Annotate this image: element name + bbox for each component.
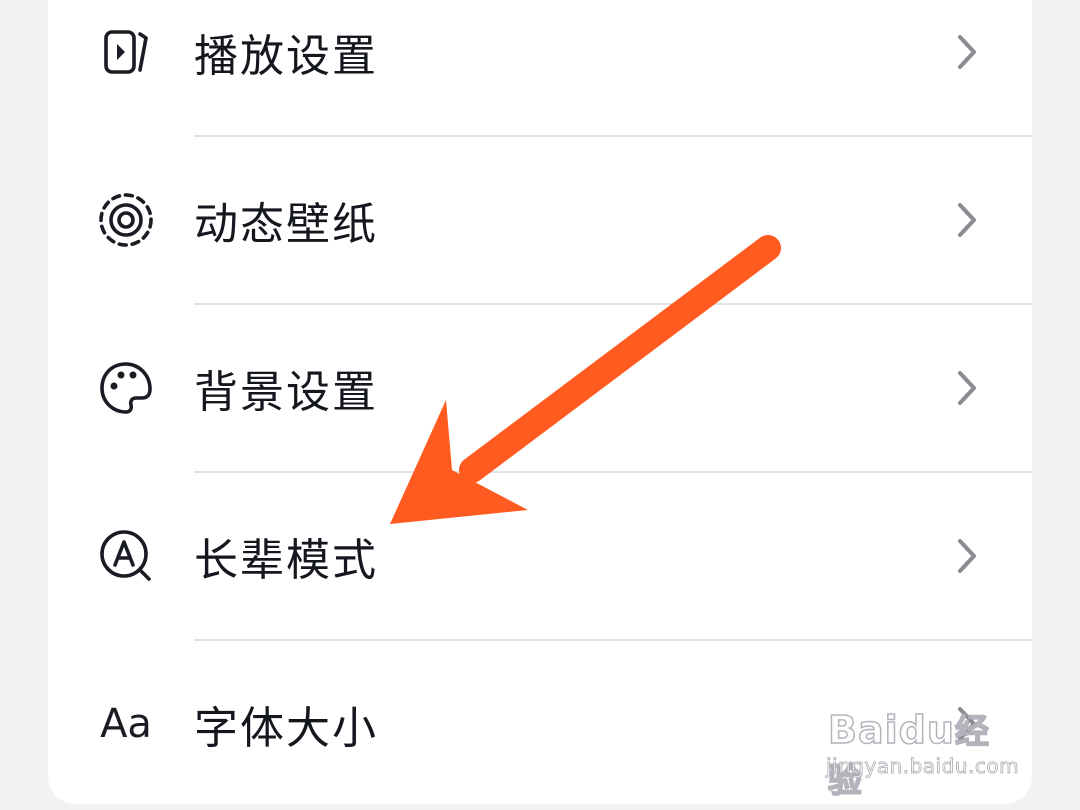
settings-item-label: 字体大小	[194, 703, 378, 754]
chevron-right-icon	[958, 35, 976, 69]
palette-icon	[96, 358, 156, 418]
settings-item-label: 长辈模式	[194, 535, 378, 586]
font-size-icon: Aa	[100, 701, 152, 747]
settings-item-play-settings[interactable]: 播放设置	[48, 0, 1032, 136]
live-wallpaper-icon	[96, 190, 156, 250]
settings-card: 播放设置 动态壁纸 背景设置 长辈模式 Aa 字体大小	[48, 0, 1032, 804]
elder-mode-icon	[96, 526, 156, 586]
settings-item-font-size[interactable]: Aa 字体大小	[48, 640, 1032, 804]
settings-item-background[interactable]: 背景设置	[48, 304, 1032, 472]
chevron-right-icon	[958, 203, 976, 237]
settings-item-live-wallpaper[interactable]: 动态壁纸	[48, 136, 1032, 304]
chevron-right-icon	[958, 371, 976, 405]
play-settings-icon	[96, 22, 156, 82]
chevron-right-icon	[958, 707, 976, 741]
settings-item-elder-mode[interactable]: 长辈模式	[48, 472, 1032, 640]
settings-item-label: 动态壁纸	[194, 199, 378, 250]
settings-item-label: 播放设置	[194, 31, 378, 82]
settings-item-label: 背景设置	[194, 367, 378, 418]
chevron-right-icon	[958, 539, 976, 573]
